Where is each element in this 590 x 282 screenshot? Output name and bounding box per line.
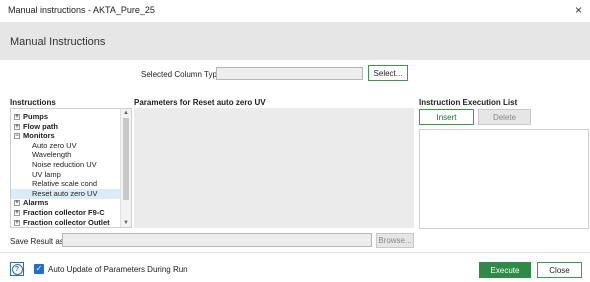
expand-icon[interactable]: + [14, 200, 20, 207]
instructions-tree[interactable]: + Pumps + Flow path − Monitors Auto zero UV Wav… [10, 108, 132, 228]
collapse-icon[interactable]: − [14, 133, 20, 140]
tree-category[interactable]: + Fraction collector F9-C [11, 208, 124, 218]
tree-category[interactable]: + Alarms [11, 198, 124, 208]
execution-list[interactable] [419, 129, 589, 229]
dialog-header: Manual Instructions [0, 22, 590, 60]
auto-update-checkbox[interactable]: ✓ [34, 264, 44, 274]
insert-button[interactable]: Insert [419, 109, 474, 125]
window-title-bar: Manual instructions - AKTA_Pure_25 × [0, 0, 590, 22]
close-button[interactable]: Close [537, 262, 582, 278]
select-column-button[interactable]: Select... [368, 65, 408, 81]
tree-category[interactable]: + Pumps [11, 112, 124, 122]
tree-item[interactable]: Wavelength [11, 150, 131, 160]
parameters-panel [134, 108, 414, 228]
execution-list-heading: Instruction Execution List [419, 98, 518, 107]
tree-item-label: Alarms [23, 198, 49, 208]
tree-category[interactable]: + Flow path [11, 122, 124, 132]
delete-button[interactable]: Delete [478, 109, 531, 125]
tree-item-label: Pumps [23, 112, 49, 121]
help-button[interactable]: ? [10, 262, 24, 276]
window-title: Manual instructions - AKTA_Pure_25 [8, 5, 155, 15]
auto-update-label: Auto Update of Parameters During Run [48, 265, 188, 274]
tree-item-label: Fraction collector F9-C [23, 208, 105, 217]
save-result-label: Save Result as [10, 237, 64, 246]
instructions-heading: Instructions [10, 98, 56, 107]
dialog-heading: Manual Instructions [10, 36, 106, 48]
tree-item-label: Flow path [23, 121, 58, 131]
tree-item-label: Auto zero UV [32, 140, 77, 150]
browse-button[interactable]: Browse... [376, 233, 414, 248]
tree-item[interactable]: UV lamp [11, 169, 131, 180]
scroll-down-icon[interactable]: ▼ [121, 219, 131, 227]
expand-icon[interactable]: + [14, 123, 20, 130]
scroll-up-icon[interactable]: ▲ [121, 109, 131, 117]
tree-item-label: Monitors [23, 131, 55, 141]
question-circle-icon: ? [11, 263, 23, 275]
expand-icon[interactable]: + [14, 114, 20, 120]
parameters-heading: Parameters for Reset auto zero UV [134, 98, 266, 107]
checkmark-icon: ✓ [35, 264, 43, 273]
save-result-field[interactable] [62, 233, 372, 247]
scrollbar-thumb[interactable] [123, 118, 129, 200]
tree-scrollbar[interactable]: ▲ ▼ [120, 109, 131, 227]
tree-item-label: Relative scale cond [32, 179, 98, 189]
close-icon[interactable]: × [575, 3, 582, 17]
column-type-label: Selected Column Type [141, 70, 222, 79]
tree-item[interactable]: Relative scale cond [11, 179, 131, 189]
tree-item[interactable]: Noise reduction UV [11, 160, 131, 170]
column-type-field [216, 67, 363, 80]
execute-button[interactable]: Execute [479, 262, 531, 278]
footer-divider [0, 252, 590, 253]
tree-item[interactable]: Auto zero UV [11, 140, 131, 151]
tree-category[interactable]: + Fraction collector Outlet [11, 217, 124, 227]
tree-item-label: Noise reduction UV [32, 160, 97, 169]
tree-item-label: Fraction collector Outlet [23, 217, 110, 227]
tree-item-label: Wavelength [32, 150, 72, 160]
tree-item-label: Reset auto zero UV [32, 188, 98, 198]
expand-icon[interactable]: + [14, 219, 20, 226]
expand-icon[interactable]: + [14, 210, 20, 216]
tree-category[interactable]: − Monitors [11, 131, 124, 141]
tree-item[interactable]: Reset auto zero UV [11, 188, 131, 199]
tree-item-label: UV lamp [32, 169, 61, 179]
